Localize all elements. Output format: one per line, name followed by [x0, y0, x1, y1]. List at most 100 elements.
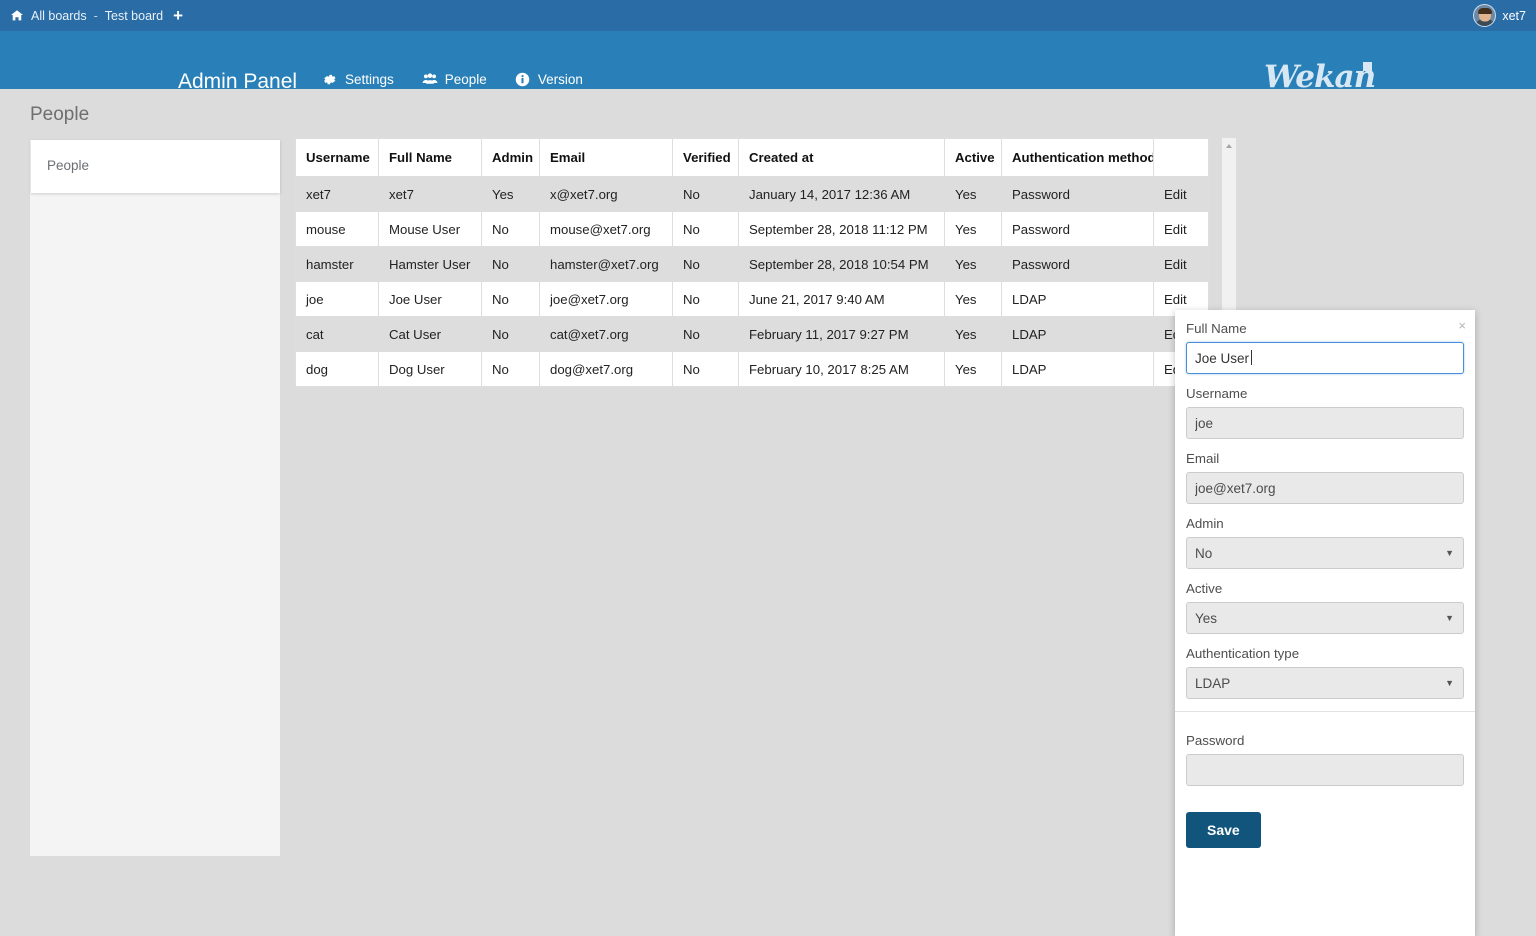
- cell-active: Yes: [945, 212, 1002, 247]
- all-boards-link[interactable]: All boards: [31, 9, 87, 23]
- nav-item-version[interactable]: Version: [515, 72, 583, 87]
- table-row: joeJoe UserNojoe@xet7.orgNoJune 21, 2017…: [296, 282, 1209, 317]
- cell-created-at: June 21, 2017 9:40 AM: [739, 282, 945, 317]
- active-select-value: Yes: [1195, 611, 1217, 626]
- table-row: dogDog UserNodog@xet7.orgNoFebruary 10, …: [296, 352, 1209, 387]
- save-button[interactable]: Save: [1186, 812, 1261, 848]
- column-header-auth-method: Authentication method: [1002, 139, 1154, 177]
- password-input[interactable]: [1186, 754, 1464, 786]
- topbar-user-group[interactable]: xet7: [1473, 4, 1536, 27]
- avatar[interactable]: [1473, 4, 1496, 27]
- column-header-verified: Verified: [673, 139, 739, 177]
- field-email-label: Email: [1186, 451, 1464, 466]
- password-section: Password Save: [1175, 712, 1475, 848]
- table-row: hamsterHamster UserNohamster@xet7.orgNoS…: [296, 247, 1209, 282]
- active-select[interactable]: Yes ▼: [1186, 602, 1464, 634]
- column-header-full-name: Full Name: [379, 139, 482, 177]
- auth-type-select[interactable]: LDAP ▼: [1186, 667, 1464, 699]
- edit-user-link[interactable]: Edit: [1164, 257, 1187, 272]
- cell-created-at: September 28, 2018 10:54 PM: [739, 247, 945, 282]
- sidebar-item-people-label: People: [47, 158, 89, 173]
- cell-created-at: February 10, 2017 8:25 AM: [739, 352, 945, 387]
- cell-auth-method: LDAP: [1002, 317, 1154, 352]
- close-icon[interactable]: ×: [1458, 319, 1466, 332]
- cell-email: dog@xet7.org: [540, 352, 673, 387]
- breadcrumb-separator: -: [94, 9, 98, 23]
- cell-verified: No: [673, 352, 739, 387]
- cell-full-name: Mouse User: [379, 212, 482, 247]
- admin-header-bar: Admin Panel Settings: [0, 31, 1536, 89]
- column-header-active: Active: [945, 139, 1002, 177]
- full-name-input[interactable]: [1186, 342, 1464, 374]
- nav-item-people-label: People: [445, 72, 487, 87]
- people-table-container: Username Full Name Admin Email Verified …: [295, 138, 1210, 387]
- auth-type-select-value: LDAP: [1195, 676, 1230, 691]
- cell-username: joe: [296, 282, 379, 317]
- cell-auth-method: LDAP: [1002, 282, 1154, 317]
- field-auth-type-label: Authentication type: [1186, 646, 1464, 661]
- edit-user-link[interactable]: Edit: [1164, 187, 1187, 202]
- nav-item-settings[interactable]: Settings: [322, 72, 394, 87]
- cell-username: mouse: [296, 212, 379, 247]
- cell-full-name: Cat User: [379, 317, 482, 352]
- cell-auth-method: Password: [1002, 177, 1154, 212]
- field-username-label: Username: [1186, 386, 1464, 401]
- admin-header-nav: Settings People: [322, 72, 583, 87]
- field-active-label: Active: [1186, 581, 1464, 596]
- people-table-body: xet7xet7Yesx@xet7.orgNoJanuary 14, 2017 …: [296, 177, 1209, 387]
- cell-email: cat@xet7.org: [540, 317, 673, 352]
- nav-item-version-label: Version: [538, 72, 583, 87]
- cell-verified: No: [673, 212, 739, 247]
- cell-verified: No: [673, 282, 739, 317]
- nav-item-people[interactable]: People: [422, 72, 487, 87]
- column-header-created-at: Created at: [739, 139, 945, 177]
- username-input[interactable]: [1186, 407, 1464, 439]
- cell-auth-method: Password: [1002, 247, 1154, 282]
- admin-select[interactable]: No ▼: [1186, 537, 1464, 569]
- edit-user-form: Full Name Username Email Admin No ▼: [1175, 310, 1475, 699]
- cell-verified: No: [673, 247, 739, 282]
- cell-actions: Edit: [1154, 177, 1209, 212]
- board-name-link[interactable]: Test board: [105, 9, 163, 23]
- table-row: xet7xet7Yesx@xet7.orgNoJanuary 14, 2017 …: [296, 177, 1209, 212]
- field-full-name: Full Name: [1186, 310, 1464, 374]
- admin-select-value: No: [1195, 546, 1212, 561]
- cell-full-name: Joe User: [379, 282, 482, 317]
- home-icon[interactable]: [10, 9, 24, 22]
- scroll-up-arrow-icon[interactable]: [1226, 144, 1232, 148]
- wekan-logo-dot: [1363, 62, 1372, 71]
- cell-username: hamster: [296, 247, 379, 282]
- chevron-down-icon: ▼: [1445, 548, 1454, 558]
- cell-active: Yes: [945, 352, 1002, 387]
- field-admin: Admin No ▼: [1186, 516, 1464, 569]
- field-email: Email: [1186, 451, 1464, 504]
- cell-created-at: February 11, 2017 9:27 PM: [739, 317, 945, 352]
- field-username: Username: [1186, 386, 1464, 439]
- chevron-down-icon: ▼: [1445, 613, 1454, 623]
- people-table: Username Full Name Admin Email Verified …: [295, 138, 1209, 387]
- topbar-left-group: All boards - Test board +: [0, 9, 183, 23]
- cell-auth-method: LDAP: [1002, 352, 1154, 387]
- cell-verified: No: [673, 177, 739, 212]
- edit-user-link[interactable]: Edit: [1164, 292, 1187, 307]
- edit-user-popup: × Full Name Username Email Admin: [1175, 310, 1475, 936]
- cell-actions: Edit: [1154, 212, 1209, 247]
- cell-actions: Edit: [1154, 247, 1209, 282]
- field-auth-type: Authentication type LDAP ▼: [1186, 646, 1464, 699]
- chevron-down-icon: ▼: [1445, 678, 1454, 688]
- cell-admin: No: [482, 212, 540, 247]
- edit-user-link[interactable]: Edit: [1164, 222, 1187, 237]
- column-header-admin: Admin: [482, 139, 540, 177]
- cell-full-name: Dog User: [379, 352, 482, 387]
- cell-active: Yes: [945, 247, 1002, 282]
- cell-admin: No: [482, 282, 540, 317]
- admin-content-area: People People Username Full Name Admin E…: [0, 89, 1536, 856]
- cell-admin: No: [482, 247, 540, 282]
- cell-verified: No: [673, 317, 739, 352]
- add-board-icon[interactable]: +: [173, 10, 183, 22]
- cell-username: dog: [296, 352, 379, 387]
- email-input[interactable]: [1186, 472, 1464, 504]
- sidebar-item-people[interactable]: People: [31, 140, 280, 193]
- column-header-username: Username: [296, 139, 379, 177]
- cell-active: Yes: [945, 177, 1002, 212]
